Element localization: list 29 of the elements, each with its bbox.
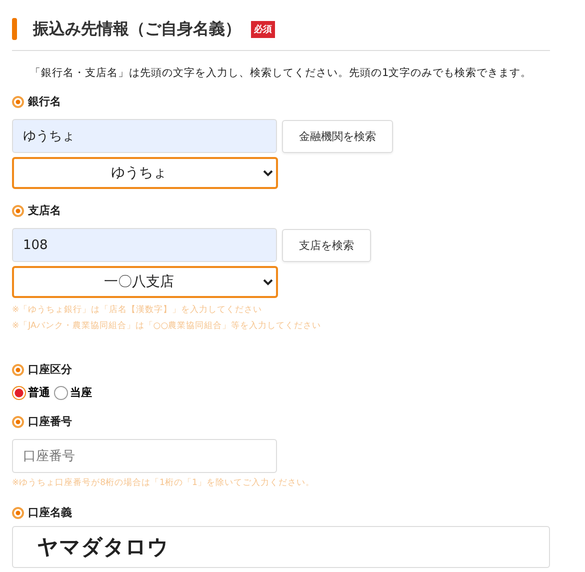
required-badge: 必須 [251, 20, 275, 38]
account-number-field[interactable]: 口座番号 [12, 439, 277, 473]
label-bullet-icon [12, 204, 24, 216]
note-text: ※「JAバンク・農業協同組合」は「○○農業協同組合」等を入力してください [12, 320, 322, 333]
note-text: ※ゆうちょ口座番号が8桁の場合は「1桁の「1」を除いてご入力ください。 [12, 476, 316, 490]
heading-accent-bar [12, 18, 17, 40]
bank-select[interactable]: ゆうちょ [12, 157, 278, 189]
bank-search-button[interactable]: 金融機関を検索 [282, 120, 393, 152]
label-bullet-icon [12, 506, 24, 518]
field-label: 口座番号 [28, 414, 72, 429]
label-bullet-icon [12, 416, 24, 428]
radio-label[interactable]: 普通 [28, 385, 50, 400]
radio-button[interactable] [12, 386, 26, 400]
field-label: 口座区分 [28, 362, 72, 377]
section-title: 振込み先情報（ご自身名義） [33, 18, 241, 40]
field-label: 支店名 [28, 203, 61, 218]
branch-select[interactable]: 一〇八支店 [12, 266, 278, 298]
intro-text: 「銀行名・支店名」は先頭の文字を入力し、検索してください。先頭の1文字のみでも検索できます。 [30, 66, 533, 80]
branch-field[interactable]: 108 [12, 228, 277, 262]
radio-button[interactable] [54, 386, 68, 400]
branch-search-button[interactable]: 支店を検索 [282, 228, 371, 262]
bank-name-field[interactable]: ゆうちょ [12, 119, 277, 153]
field-label: 口座名義 [28, 505, 72, 520]
radio-label[interactable]: 当座 [70, 385, 92, 400]
label-bullet-icon [12, 96, 24, 108]
note-text: ※「ゆうちょ銀行」は「店名【漢数字】」を入力してください [12, 304, 264, 317]
account-name-field[interactable]: ヤマダタロウ [12, 526, 550, 568]
field-label: 銀行名 [28, 94, 61, 109]
label-bullet-icon [12, 364, 24, 376]
